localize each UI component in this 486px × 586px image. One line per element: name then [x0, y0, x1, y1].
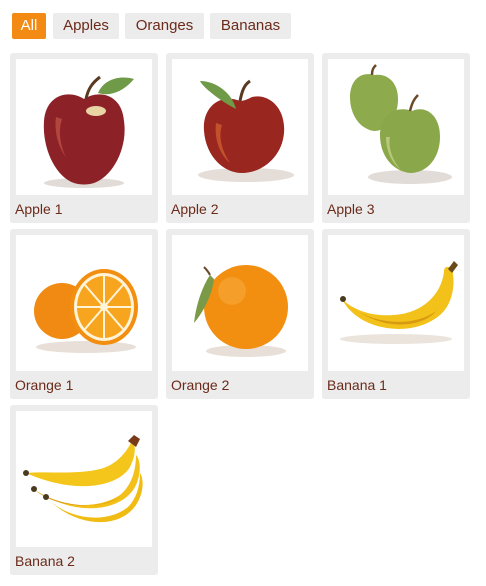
- red-apple-leaf-icon: [198, 79, 294, 182]
- thumbnail: [16, 59, 152, 195]
- gallery-item-apple-1[interactable]: Apple 1: [10, 53, 158, 223]
- item-caption: Apple 1: [15, 201, 63, 217]
- banana-icon: [340, 261, 458, 344]
- thumbnail: [172, 59, 308, 195]
- gallery-item-apple-3[interactable]: Apple 3: [322, 53, 470, 223]
- item-caption: Orange 2: [171, 377, 230, 393]
- filter-bananas-button[interactable]: Bananas: [210, 13, 291, 39]
- filter-all-button[interactable]: All: [12, 13, 46, 39]
- filter-oranges-button[interactable]: Oranges: [125, 13, 204, 39]
- thumbnail: [16, 235, 152, 371]
- item-caption: Apple 3: [327, 201, 375, 217]
- thumbnail: [328, 59, 464, 195]
- gallery-item-orange-1[interactable]: Orange 1: [10, 229, 158, 399]
- filter-apples-button[interactable]: Apples: [53, 13, 119, 39]
- thumbnail: [328, 235, 464, 371]
- red-apple-icon: [43, 75, 134, 188]
- green-apples-icon: [350, 64, 452, 184]
- whole-orange-icon: [194, 265, 288, 357]
- item-caption: Orange 1: [15, 377, 74, 393]
- item-caption: Apple 2: [171, 201, 219, 217]
- banana-bunch-icon: [23, 435, 143, 523]
- gallery-item-apple-2[interactable]: Apple 2: [166, 53, 314, 223]
- thumbnail: [172, 235, 308, 371]
- gallery-item-banana-2[interactable]: Banana 2: [10, 405, 158, 575]
- gallery-item-banana-1[interactable]: Banana 1: [322, 229, 470, 399]
- item-caption: Banana 1: [327, 377, 387, 393]
- thumbnail: [16, 411, 152, 547]
- gallery-item-orange-2[interactable]: Orange 2: [166, 229, 314, 399]
- item-caption: Banana 2: [15, 553, 75, 569]
- orange-halves-icon: [34, 269, 138, 353]
